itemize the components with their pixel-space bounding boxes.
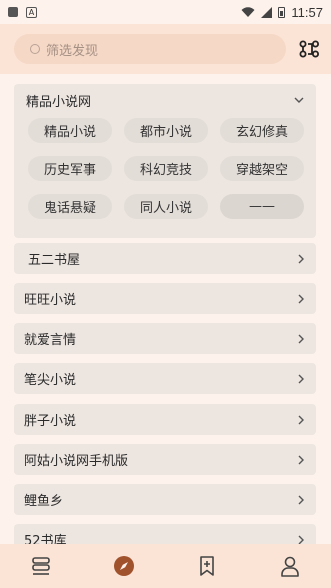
status-bar: A 11:57	[0, 0, 331, 24]
tab-bookshelf[interactable]	[0, 544, 83, 588]
source-row[interactable]: 52书库	[14, 524, 316, 544]
wifi-icon	[241, 6, 255, 17]
top-bar: 筛选发现	[0, 24, 331, 74]
bookshelf-icon	[32, 557, 51, 575]
category-chip[interactable]: ——	[220, 194, 304, 219]
compass-icon	[114, 556, 135, 576]
source-name: 胖子小说	[24, 414, 77, 429]
source-name: 就爱言情	[24, 333, 77, 348]
source-row[interactable]: 五二书屋	[14, 243, 316, 274]
category-chip[interactable]: 同人小说	[124, 194, 208, 219]
chevron-right-icon	[298, 455, 304, 464]
tab-discover[interactable]	[83, 544, 166, 588]
search-input[interactable]: 筛选发现	[14, 34, 286, 64]
clock: 11:57	[291, 4, 323, 20]
source-name: 鲤鱼乡	[24, 494, 64, 509]
search-icon	[30, 44, 40, 54]
chevron-right-icon	[298, 535, 304, 544]
chevron-right-icon	[298, 374, 304, 383]
source-name: 旺旺小说	[24, 293, 77, 308]
chevron-right-icon	[298, 294, 304, 303]
source-name: 五二书屋	[28, 253, 81, 268]
tab-profile[interactable]	[248, 544, 331, 588]
category-chip[interactable]: 都市小说	[124, 118, 208, 143]
chevron-down-icon	[294, 97, 304, 103]
category-chip[interactable]: 精品小说	[28, 118, 112, 143]
source-row[interactable]: 旺旺小说	[14, 283, 316, 314]
search-placeholder: 筛选发现	[46, 43, 99, 59]
category-chip[interactable]: 科幻竞技	[124, 156, 208, 181]
category-chip[interactable]: 穿越架空	[220, 156, 304, 181]
category-chip[interactable]: 鬼话悬疑	[28, 194, 112, 219]
source-row[interactable]: 胖子小说	[14, 404, 316, 435]
group-filter-icon[interactable]	[298, 38, 320, 60]
chevron-right-icon	[298, 334, 304, 343]
source-row[interactable]: 笔尖小说	[14, 363, 316, 394]
source-group-header[interactable]: 精品小说网	[14, 84, 316, 116]
person-icon	[280, 556, 299, 577]
category-chip[interactable]: 历史军事	[28, 156, 112, 181]
tab-rss[interactable]	[166, 544, 249, 588]
source-name: 52书库	[24, 534, 67, 544]
bottom-nav	[0, 544, 331, 588]
bookmark-add-icon	[200, 556, 214, 576]
chevron-right-icon	[298, 415, 304, 424]
category-chip[interactable]: 玄幻修真	[220, 118, 304, 143]
notification-icon	[8, 7, 18, 17]
source-row[interactable]: 阿姑小说网手机版	[14, 444, 316, 475]
source-row[interactable]: 就爱言情	[14, 323, 316, 354]
source-name: 笔尖小说	[24, 373, 77, 388]
battery-icon	[278, 6, 286, 18]
chevron-right-icon	[298, 254, 304, 263]
source-group-title: 精品小说网	[26, 94, 92, 110]
discover-list: 精品小说网 精品小说 都市小说 玄幻修真 历史军事 科幻竞技 穿越架空 鬼话悬疑…	[0, 74, 331, 544]
app-notification-icon: A	[26, 6, 37, 18]
chevron-right-icon	[298, 495, 304, 504]
source-row[interactable]: 鲤鱼乡	[14, 484, 316, 515]
source-name: 阿姑小说网手机版	[24, 454, 129, 469]
signal-icon	[261, 6, 273, 18]
